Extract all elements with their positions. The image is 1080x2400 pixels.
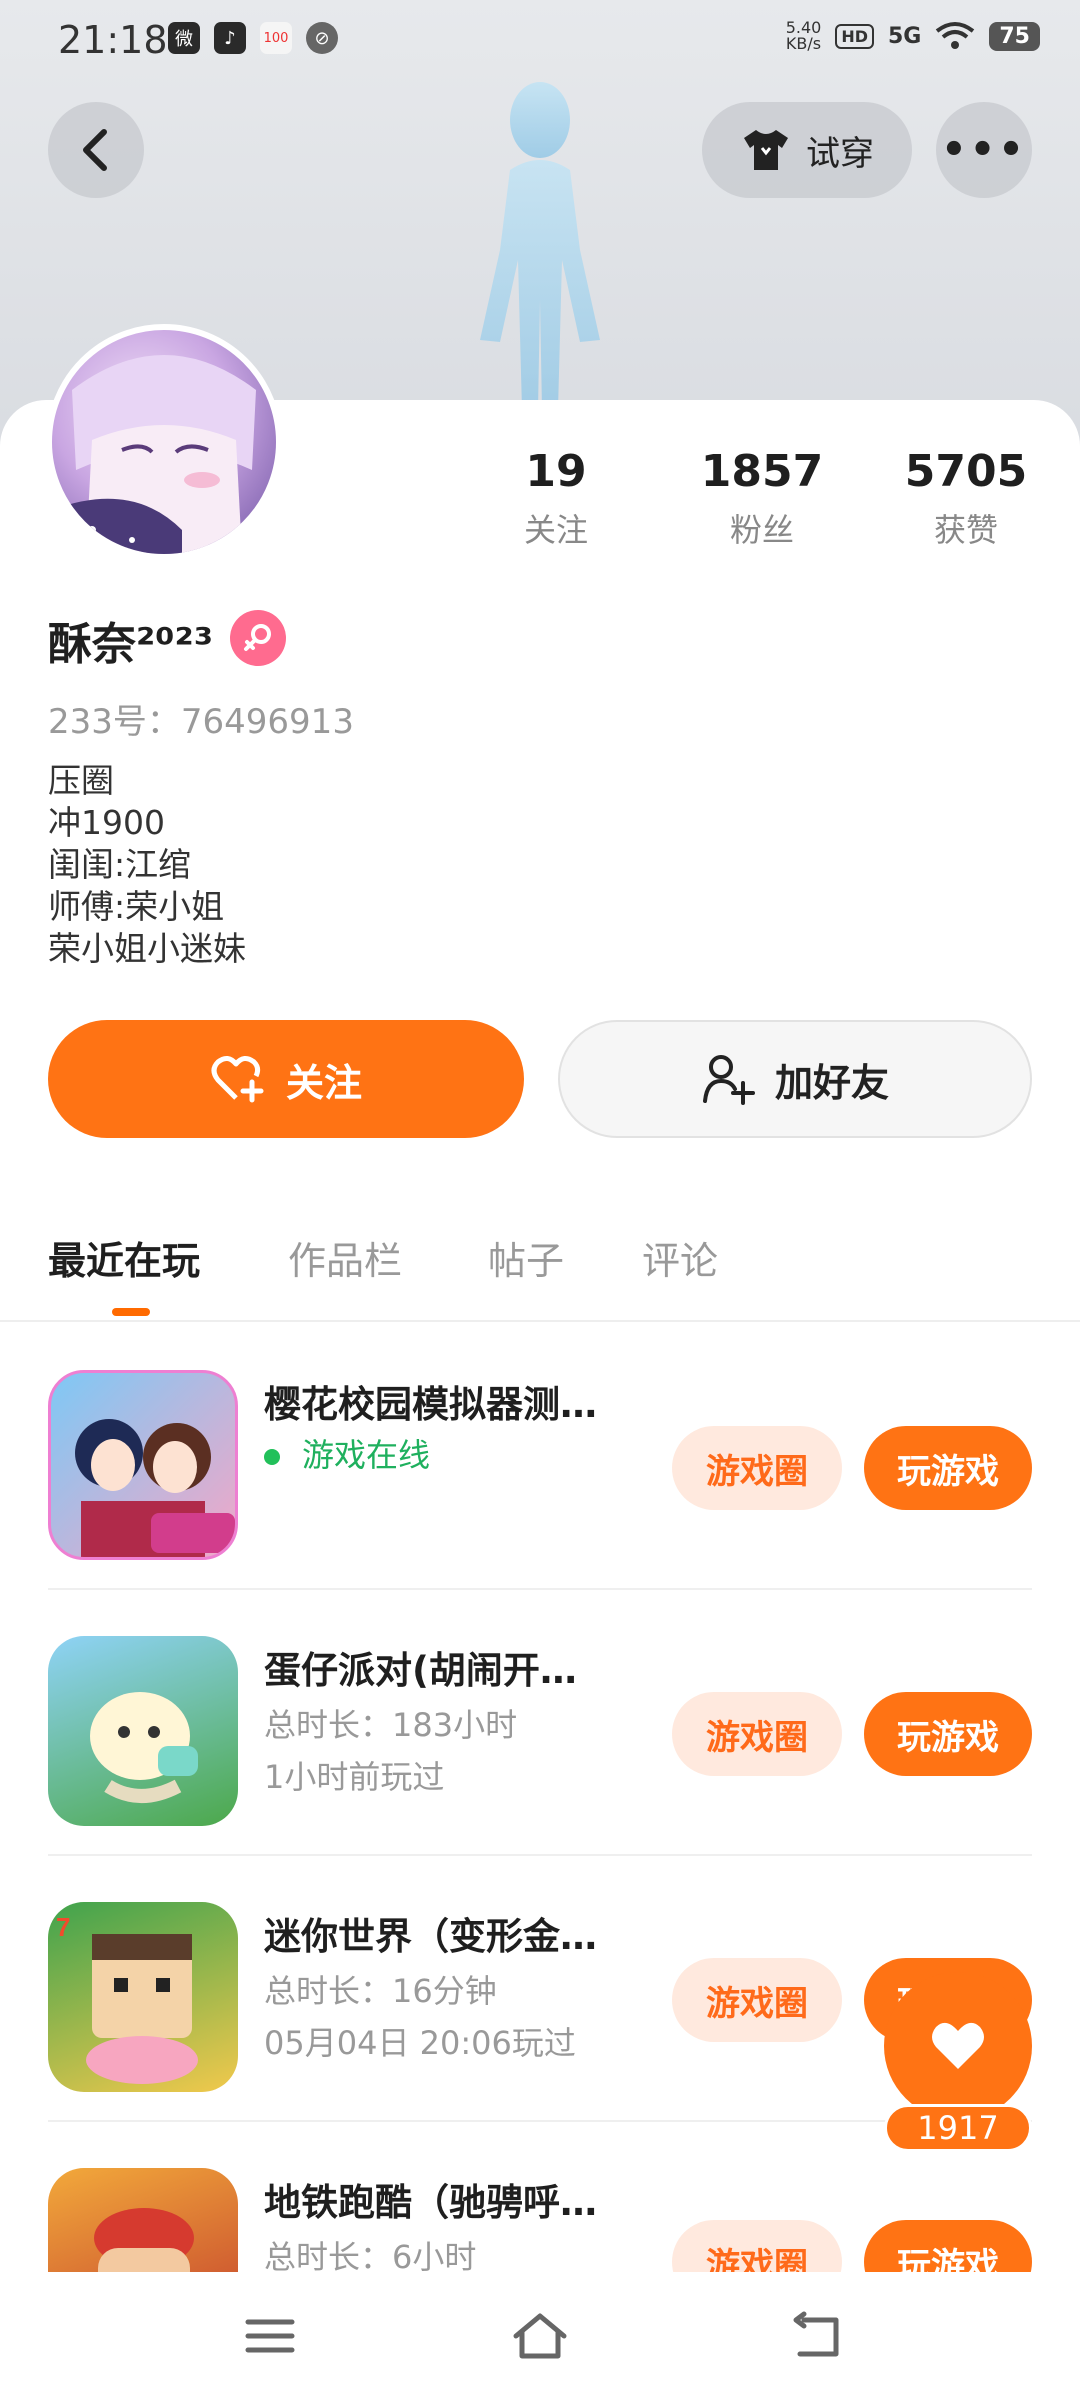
- wifi-icon: [936, 22, 975, 49]
- like-button[interactable]: [884, 1972, 1032, 2120]
- online-dot-icon: [264, 1449, 280, 1465]
- more-options-button[interactable]: •••: [936, 102, 1032, 198]
- game-list-item[interactable]: 蛋仔派对(胡闹开… 总时长：183小时 1小时前玩过 游戏圈 玩游戏: [48, 1588, 1032, 1856]
- back-button[interactable]: [48, 102, 144, 198]
- compass-icon: ⊘: [306, 22, 338, 54]
- like-count: 1917: [884, 2104, 1032, 2152]
- back-nav-icon[interactable]: [790, 2310, 850, 2362]
- chevron-left-icon: [83, 129, 107, 171]
- bio-line: 冲1900: [48, 803, 165, 842]
- tab-recently-played[interactable]: 最近在玩: [48, 1230, 200, 1285]
- status-time: 21:18: [58, 18, 168, 62]
- game-total-playtime: 总时长：183小时: [264, 1706, 518, 1744]
- female-gender-icon: [230, 610, 286, 666]
- likes-count: 5705: [904, 446, 1028, 497]
- user-id: 233号：76496913: [48, 702, 354, 742]
- user-avatar[interactable]: [46, 324, 282, 560]
- bio-line: 荣小姐小迷妹: [48, 929, 246, 968]
- bio-line: 闺闺:江绾: [48, 845, 192, 884]
- anime-girl-avatar-image: [52, 355, 256, 554]
- tiktok-icon: ♪: [214, 22, 246, 54]
- game-circle-button[interactable]: 游戏圈: [672, 1426, 842, 1510]
- hd-badge: HD: [835, 23, 874, 49]
- game-icon-eggy-party: [48, 1636, 238, 1826]
- game-title: 地铁跑酷（驰骋呼…: [264, 2181, 597, 2224]
- fans-label: 粉丝: [729, 511, 794, 549]
- status-bar: 21:18 微 ♪ 100 ⊘ 5.40 KB/s HD 5G 75: [0, 0, 1080, 80]
- game-list-item[interactable]: 地铁跑酷（驰骋呼… 总时长：6小时 游戏圈 玩游戏: [48, 2120, 1032, 2272]
- try-on-button[interactable]: 试穿: [702, 102, 912, 198]
- game-title: 樱花校园模拟器测…: [264, 1383, 597, 1426]
- wechat-icon: 微: [168, 22, 200, 54]
- try-on-label: 试穿: [806, 133, 874, 174]
- user-bio: 压圈 冲1900 闺闺:江绾 师傅:荣小姐 荣小姐小迷妹: [48, 760, 246, 970]
- status-indicators: 5.40 KB/s HD 5G 75: [786, 20, 1040, 52]
- game-circle-button[interactable]: 游戏圈: [672, 1692, 842, 1776]
- network-speed: 5.40 KB/s: [785, 18, 822, 53]
- game-online-status: 游戏在线: [264, 1430, 430, 1476]
- add-friend-button[interactable]: 加好友: [558, 1020, 1032, 1138]
- bio-line: 师傅:荣小姐: [48, 887, 225, 926]
- game-last-played: 05月04日 20:06玩过: [264, 2024, 576, 2062]
- follow-button[interactable]: 关注: [48, 1020, 524, 1138]
- tab-posts[interactable]: 帖子: [488, 1230, 564, 1285]
- game-total-playtime: 总时长：6小时: [264, 2238, 477, 2272]
- game-list-item[interactable]: 7 迷你世界（变形金… 总时长：16分钟 05月04日 20:06玩过 游戏圈 …: [48, 1854, 1032, 2122]
- game-icon-subway-surfers: [48, 2168, 238, 2272]
- game-circle-button[interactable]: 游戏圈: [672, 1958, 842, 2042]
- menu-icon[interactable]: [240, 2310, 300, 2362]
- signal-icon: 5G: [888, 23, 922, 49]
- battery-indicator: 75: [989, 21, 1040, 51]
- game-title: 蛋仔派对(胡闹开…: [264, 1649, 577, 1692]
- content-tabs: 最近在玩 作品栏 帖子 评论: [0, 1216, 1080, 1322]
- active-tab-indicator: [112, 1308, 150, 1316]
- more-icon: •••: [941, 127, 1027, 173]
- heart-icon: [932, 2022, 984, 2069]
- following-count: 19: [525, 446, 587, 497]
- game-icon-mini-world: 7: [48, 1902, 238, 2092]
- play-game-button[interactable]: 玩游戏: [864, 1426, 1032, 1510]
- game-circle-button[interactable]: 游戏圈: [672, 2220, 842, 2272]
- tshirt-icon: [744, 130, 788, 170]
- add-friend-label: 加好友: [774, 1060, 889, 1105]
- likes-label: 获赞: [933, 511, 998, 549]
- fans-count: 1857: [700, 446, 824, 497]
- add-user-icon: [702, 1055, 755, 1105]
- game-total-playtime: 总时长：16分钟: [264, 1972, 497, 2010]
- game-title: 迷你世界（变形金…: [264, 1915, 597, 1958]
- stat-likes[interactable]: 5705 获赞: [876, 446, 1056, 551]
- stat-fans[interactable]: 1857 粉丝: [672, 446, 852, 551]
- status-notification-icons: 微 ♪ 100 ⊘: [168, 22, 338, 54]
- follow-label: 关注: [285, 1060, 362, 1105]
- tab-comments[interactable]: 评论: [642, 1230, 718, 1285]
- character-model-image: [480, 82, 600, 410]
- stat-following[interactable]: 19 关注: [466, 446, 646, 551]
- game-icon-sakura-school: [48, 1370, 238, 1560]
- tab-works[interactable]: 作品栏: [288, 1230, 402, 1285]
- following-label: 关注: [523, 511, 588, 549]
- game-last-played: 1小时前玩过: [264, 1758, 445, 1796]
- user-nickname: 酥奈²⁰²³: [48, 619, 214, 670]
- svg-text:7: 7: [56, 1912, 70, 1942]
- app-100-icon: 100: [260, 22, 292, 54]
- heart-plus-icon: [211, 1056, 264, 1103]
- system-navigation-bar: [0, 2272, 1080, 2400]
- play-game-button[interactable]: 玩游戏: [864, 2220, 1032, 2272]
- bio-line: 压圈: [48, 761, 114, 800]
- play-game-button[interactable]: 玩游戏: [864, 1692, 1032, 1776]
- game-list-item[interactable]: 樱花校园模拟器测… 游戏在线 游戏圈 玩游戏: [48, 1322, 1032, 1590]
- home-icon[interactable]: [510, 2310, 570, 2362]
